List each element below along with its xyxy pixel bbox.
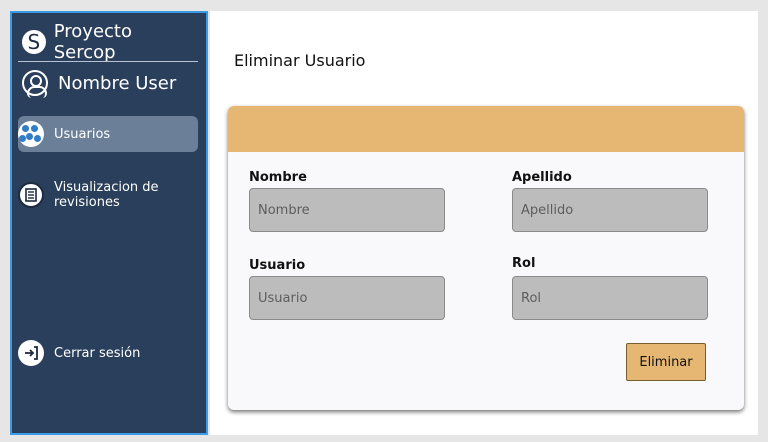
users-icon: [18, 121, 44, 147]
logout-icon: [18, 340, 44, 366]
app-window: S Proyecto Sercop Nombre User Usuarios V…: [0, 0, 768, 442]
apellido-label: Apellido: [512, 170, 572, 185]
sidebar-item-label: Cerrar sesión: [54, 345, 141, 361]
rol-label: Rol: [512, 256, 536, 271]
document-icon: [18, 182, 44, 208]
apellido-input[interactable]: [512, 188, 708, 232]
usuario-label: Usuario: [249, 258, 306, 273]
page-title: Eliminar Usuario: [234, 51, 366, 70]
main-content: Eliminar Usuario Nombre Apellido Usuario…: [210, 11, 758, 435]
delete-button[interactable]: Eliminar: [626, 343, 706, 381]
brand-badge: S: [22, 30, 46, 54]
sidebar-item-label: Usuarios: [54, 126, 111, 142]
sidebar-item-revisiones[interactable]: Visualizacion de revisiones: [18, 177, 198, 213]
sidebar: S Proyecto Sercop Nombre User Usuarios V…: [10, 11, 208, 435]
delete-user-card: Nombre Apellido Usuario Rol Eliminar: [228, 106, 744, 410]
sidebar-item-usuarios[interactable]: Usuarios: [18, 116, 198, 152]
user-icon: [22, 70, 48, 98]
sidebar-item-label: Visualizacion de revisiones: [54, 180, 159, 210]
nombre-label: Nombre: [249, 170, 307, 185]
user-name: Nombre User: [58, 72, 177, 94]
user-profile[interactable]: Nombre User: [22, 65, 198, 101]
brand-title: Proyecto Sercop: [53, 21, 132, 63]
rol-input[interactable]: [512, 276, 708, 320]
card-header: [228, 106, 744, 152]
sidebar-divider: [18, 61, 198, 62]
usuario-input[interactable]: [249, 276, 445, 320]
brand: S Proyecto Sercop: [22, 21, 198, 63]
logout-button[interactable]: Cerrar sesión: [18, 335, 198, 371]
nombre-input[interactable]: [249, 188, 445, 232]
